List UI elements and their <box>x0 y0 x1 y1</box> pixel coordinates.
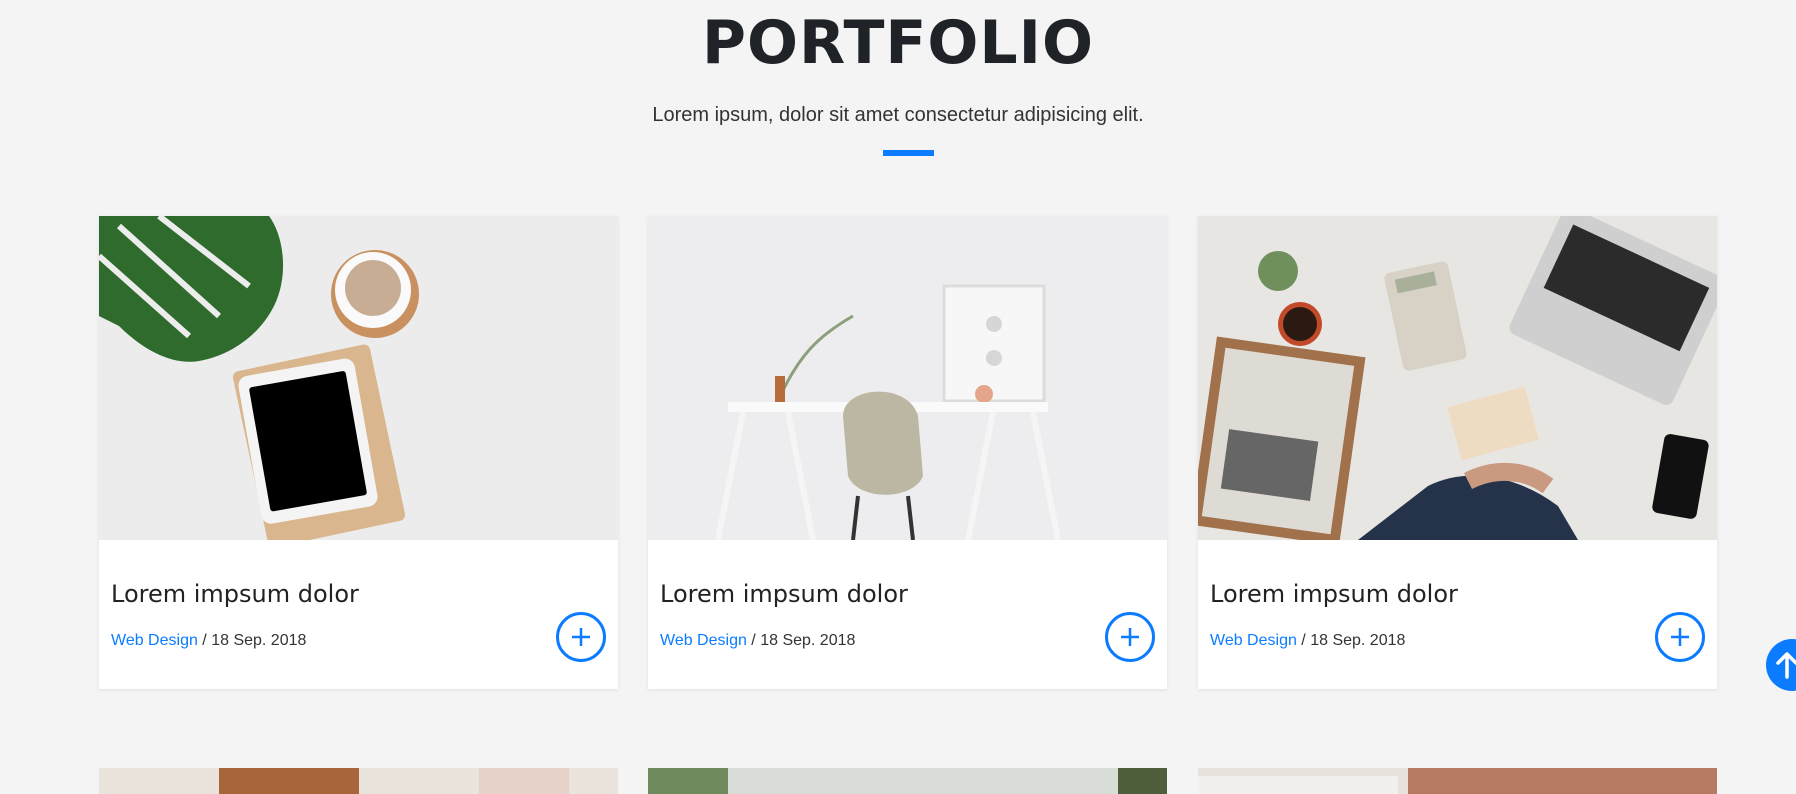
card-title: Lorem impsum dolor <box>660 580 908 608</box>
meta-separator: / <box>1296 632 1311 649</box>
section-title: PORTFOLIO <box>702 8 1094 78</box>
portfolio-image[interactable] <box>648 216 1167 540</box>
arrow-up-icon <box>1776 652 1796 679</box>
plus-icon <box>572 628 590 646</box>
card-meta: Web Design / 18 Sep. 2018 <box>1210 632 1405 650</box>
card-title: Lorem impsum dolor <box>1210 580 1458 608</box>
accent-divider <box>883 150 934 156</box>
card-date: 18 Sep. 2018 <box>211 632 307 649</box>
portfolio-card-5[interactable] <box>648 768 1167 794</box>
category-link[interactable]: Web Design <box>111 632 198 649</box>
portfolio-card-6[interactable] <box>1198 768 1717 794</box>
meta-separator: / <box>746 632 761 649</box>
card-meta: Web Design / 18 Sep. 2018 <box>111 632 306 650</box>
plus-icon <box>1121 628 1139 646</box>
category-link[interactable]: Web Design <box>1210 632 1297 649</box>
card-meta: Web Design / 18 Sep. 2018 <box>660 632 855 650</box>
plus-icon <box>1671 628 1689 646</box>
section-subtitle: Lorem ipsum, dolor sit amet consectetur … <box>652 104 1144 126</box>
category-link[interactable]: Web Design <box>660 632 747 649</box>
portfolio-image[interactable] <box>1198 216 1717 540</box>
expand-button[interactable] <box>556 612 606 662</box>
portfolio-card-2[interactable]: Lorem impsum dolor Web Design / 18 Sep. … <box>648 216 1167 689</box>
card-date: 18 Sep. 2018 <box>760 632 856 649</box>
portfolio-image[interactable] <box>99 216 618 540</box>
card-date: 18 Sep. 2018 <box>1310 632 1406 649</box>
portfolio-card-1[interactable]: Lorem impsum dolor Web Design / 18 Sep. … <box>99 216 618 689</box>
portfolio-card-4[interactable] <box>99 768 618 794</box>
portfolio-card-3[interactable]: Lorem impsum dolor Web Design / 18 Sep. … <box>1198 216 1717 689</box>
expand-button[interactable] <box>1105 612 1155 662</box>
card-title: Lorem impsum dolor <box>111 580 359 608</box>
expand-button[interactable] <box>1655 612 1705 662</box>
scroll-to-top-button[interactable] <box>1766 639 1796 691</box>
meta-separator: / <box>197 632 212 649</box>
